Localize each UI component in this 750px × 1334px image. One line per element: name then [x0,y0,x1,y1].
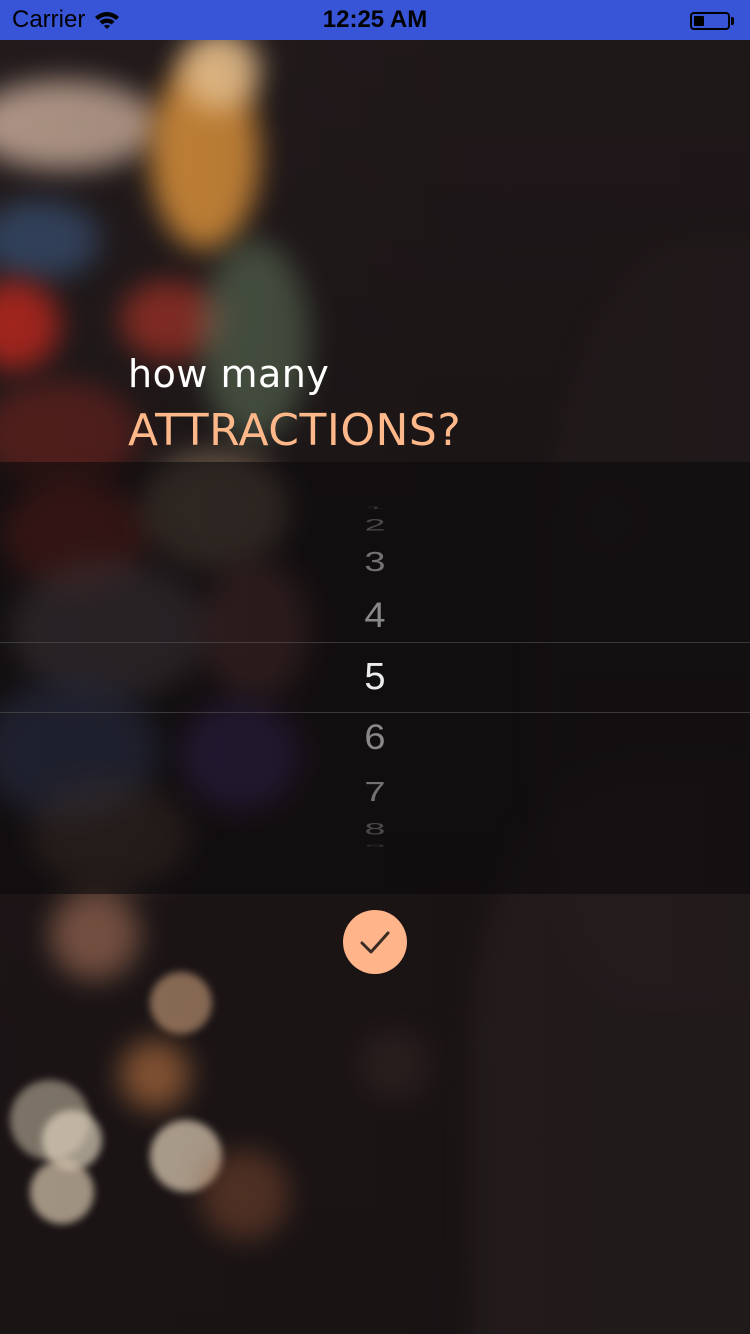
picker-option[interactable]: 2 [0,516,750,533]
picker-option[interactable]: 6 [0,721,750,756]
number-picker[interactable]: 1 2 3 4 5 6 7 8 9 [0,462,750,894]
confirm-button[interactable] [343,910,407,974]
picker-option[interactable]: 7 [0,778,750,806]
picker-option[interactable]: 9 [0,845,750,848]
prompt-title: ATTRACTIONS? [128,405,462,456]
battery-icon [690,10,738,32]
prompt-subtitle: how many [128,352,330,396]
picker-option-selected[interactable]: 5 [0,658,750,696]
picker-option[interactable]: 1 [0,506,750,509]
picker-option[interactable]: 3 [0,548,750,576]
prompt: how many ATTRACTIONS? [128,348,461,462]
picker-selection-line-bottom [0,712,750,713]
picker-selection-line-top [0,642,750,643]
picker-option[interactable]: 8 [0,821,750,838]
check-icon [360,931,390,954]
clock: 12:25 AM [322,6,428,33]
status-bar: Carrier 12:25 AM [0,0,750,40]
picker-option[interactable]: 4 [0,598,750,633]
